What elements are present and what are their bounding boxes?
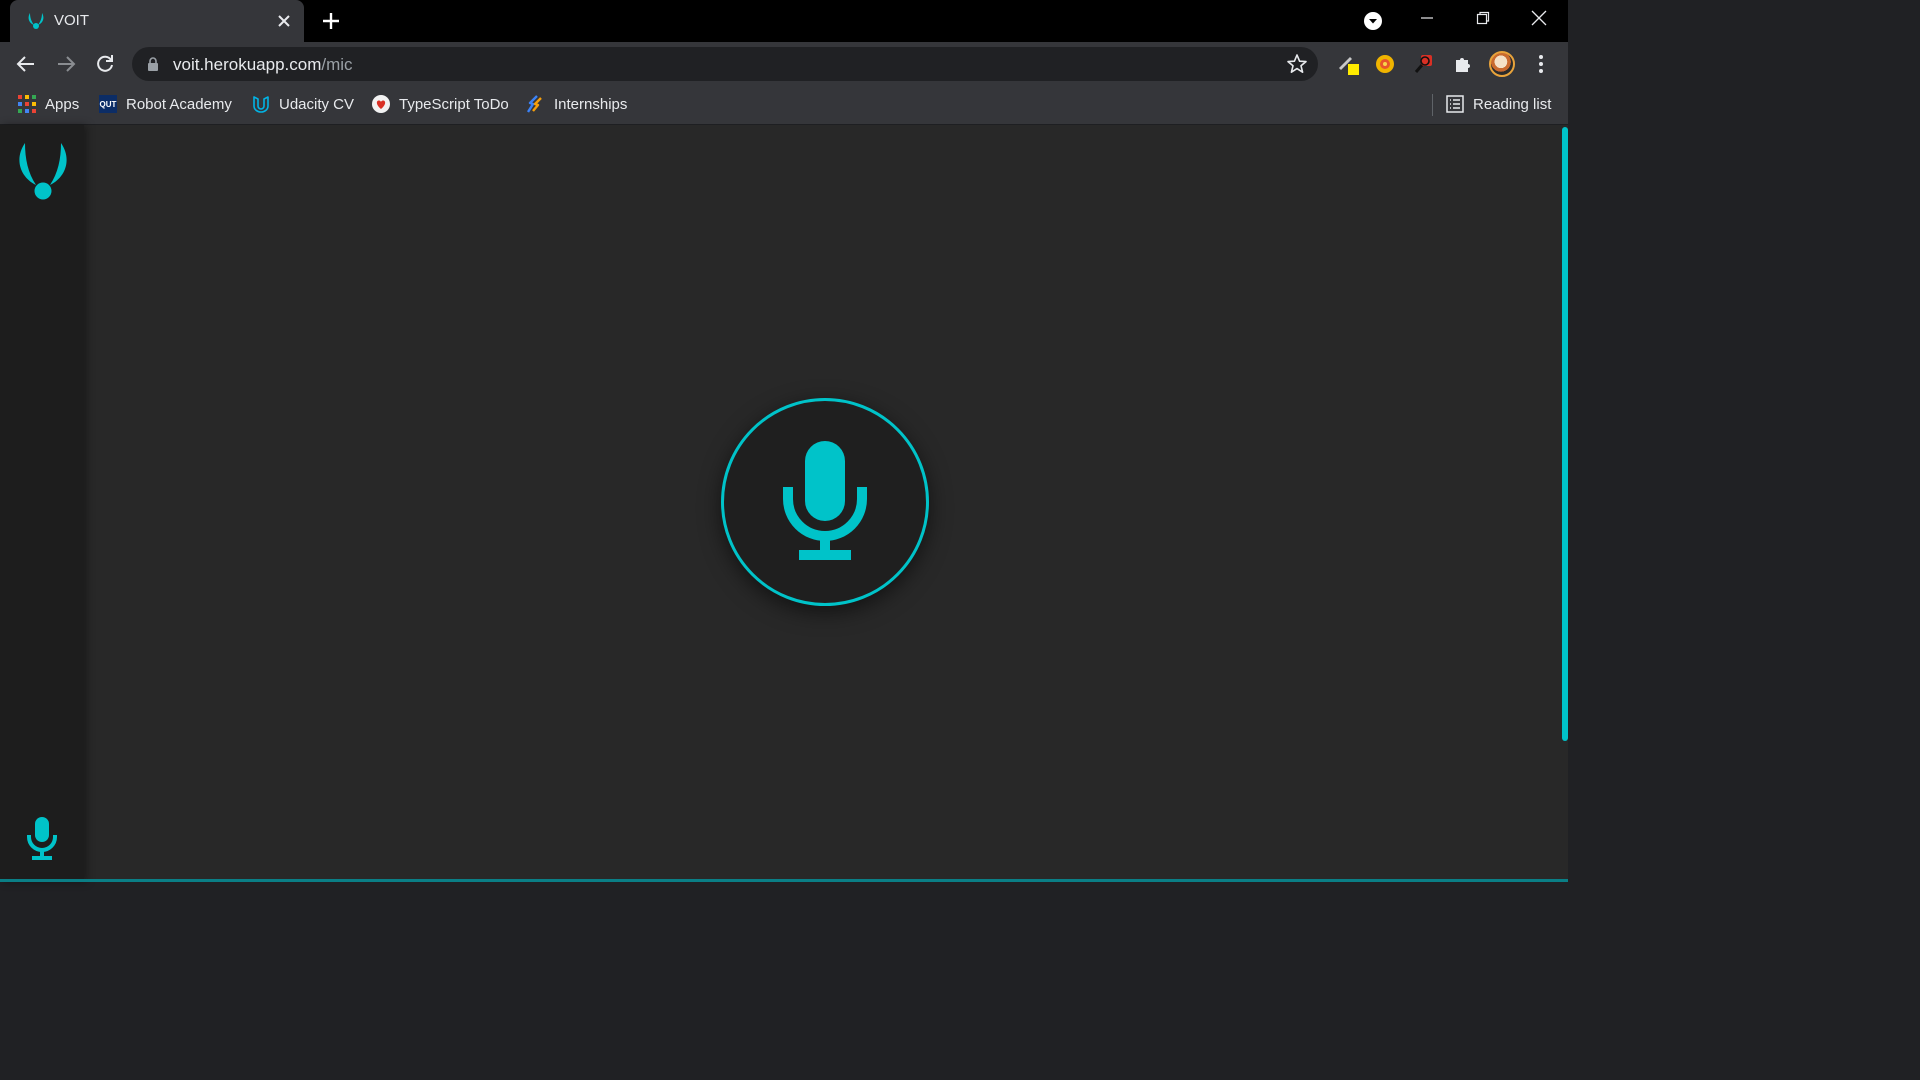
bookmark-label: Robot Academy bbox=[126, 95, 232, 113]
new-tab-icon[interactable] bbox=[318, 8, 344, 34]
reading-list-button[interactable]: Reading list bbox=[1446, 93, 1551, 115]
microphone-icon[interactable] bbox=[24, 815, 60, 863]
url-path: /mic bbox=[321, 55, 353, 74]
bookmark-label: Internships bbox=[554, 95, 628, 113]
lock-icon bbox=[148, 57, 158, 71]
bookmarks-bar: Apps QUT Robot Academy Udacity CV TypeSc… bbox=[0, 86, 1568, 125]
page-content bbox=[0, 125, 1568, 882]
bookmark-star-icon[interactable] bbox=[1286, 53, 1308, 75]
sidebar bbox=[0, 125, 84, 882]
typescript-todo-icon bbox=[372, 95, 390, 113]
browser-menu-icon[interactable] bbox=[1530, 52, 1552, 76]
qut-icon: QUT bbox=[99, 95, 117, 113]
bookmarks-divider bbox=[1432, 94, 1433, 116]
bookmark-label: Apps bbox=[45, 95, 80, 113]
tab-strip: VOIT bbox=[0, 0, 1568, 42]
apps-grid-icon bbox=[18, 95, 36, 113]
minimize-icon[interactable] bbox=[1410, 4, 1444, 32]
microphone-icon bbox=[783, 441, 867, 560]
search-extension-icon[interactable] bbox=[1412, 52, 1436, 76]
browser-toolbar: voit.herokuapp.com/mic bbox=[0, 42, 1568, 86]
extensions-puzzle-icon[interactable] bbox=[1451, 52, 1475, 76]
window-close-icon[interactable] bbox=[1522, 4, 1556, 32]
forward-icon[interactable] bbox=[52, 50, 80, 78]
tab-search-icon[interactable] bbox=[1360, 8, 1386, 34]
internships-icon bbox=[527, 95, 542, 113]
scrollbar[interactable] bbox=[1562, 127, 1568, 741]
bookmark-internships[interactable]: Internships bbox=[527, 93, 627, 115]
voit-logo-icon[interactable] bbox=[16, 141, 70, 203]
url-host: voit.herokuapp.com bbox=[173, 55, 322, 74]
bookmark-robot-academy[interactable]: QUT Robot Academy bbox=[99, 93, 232, 115]
tab-title: VOIT bbox=[54, 12, 90, 29]
back-icon[interactable] bbox=[12, 50, 40, 78]
voit-favicon-icon bbox=[28, 13, 44, 29]
record-microphone-button[interactable] bbox=[721, 398, 929, 606]
highlighter-extension-icon[interactable] bbox=[1336, 52, 1360, 76]
bottom-accent-line bbox=[0, 879, 1568, 882]
profile-avatar[interactable] bbox=[1489, 51, 1515, 77]
bookmark-apps[interactable]: Apps bbox=[18, 93, 79, 115]
bookmark-label: TypeScript ToDo bbox=[399, 95, 509, 113]
reading-list-label: Reading list bbox=[1473, 95, 1552, 113]
restore-icon[interactable] bbox=[1466, 4, 1500, 32]
tab-close-icon[interactable] bbox=[272, 9, 296, 33]
reading-list-icon bbox=[1446, 95, 1464, 113]
udacity-icon bbox=[253, 96, 269, 113]
browser-tab[interactable]: VOIT bbox=[10, 0, 304, 42]
colorful-extension-icon[interactable] bbox=[1373, 52, 1397, 76]
url-text: voit.herokuapp.com/mic bbox=[173, 55, 353, 75]
bookmark-label: Udacity CV bbox=[279, 95, 355, 113]
address-bar[interactable]: voit.herokuapp.com/mic bbox=[132, 47, 1318, 81]
reload-icon[interactable] bbox=[91, 50, 119, 78]
bookmark-typescript-todo[interactable]: TypeScript ToDo bbox=[372, 93, 509, 115]
bookmark-udacity-cv[interactable]: Udacity CV bbox=[252, 93, 354, 115]
